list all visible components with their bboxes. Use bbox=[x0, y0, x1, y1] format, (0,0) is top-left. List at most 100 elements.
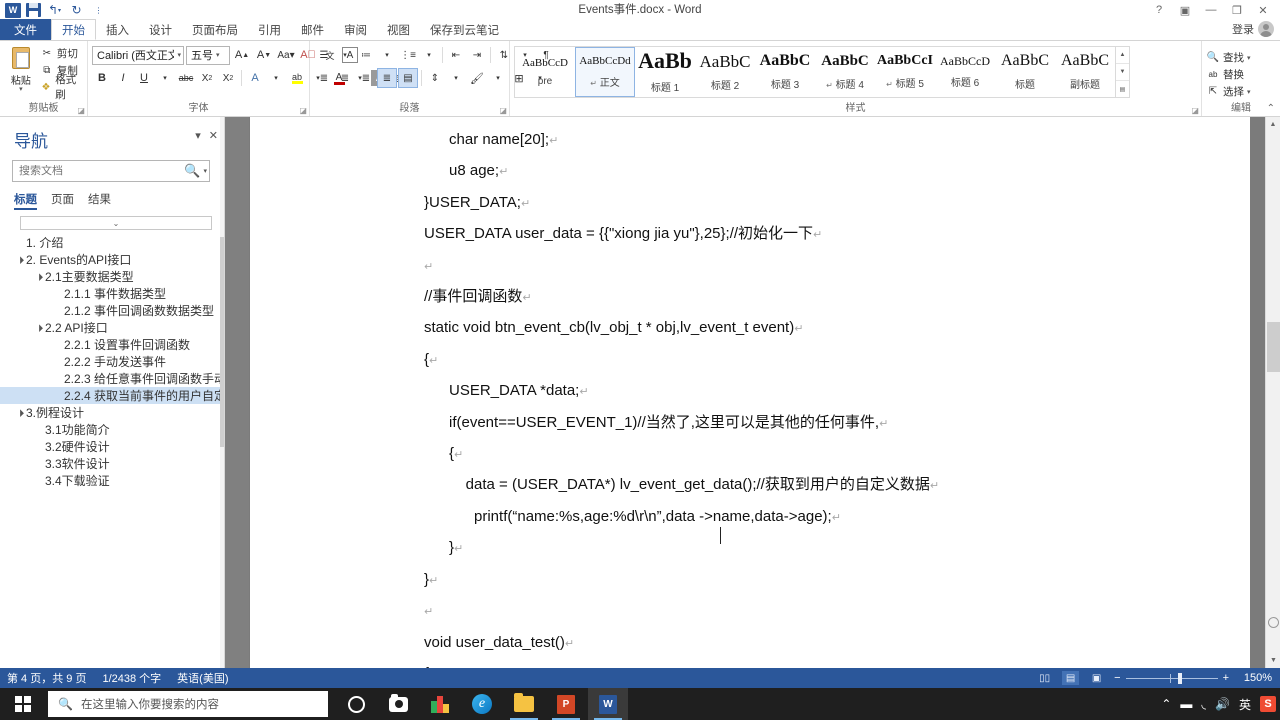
start-button[interactable] bbox=[0, 688, 46, 720]
style-item-heading1[interactable]: AaBb 标题 1 bbox=[635, 47, 695, 97]
navigation-search-box[interactable]: 🔍 ▾ bbox=[12, 160, 210, 182]
help-icon[interactable]: ? bbox=[1146, 1, 1172, 19]
document-line[interactable]: data = (USER_DATA*) lv_event_get_data();… bbox=[424, 470, 1250, 501]
bullets-icon[interactable]: ☰ bbox=[314, 45, 334, 65]
document-scrollbar[interactable]: ▲ ▼ bbox=[1265, 117, 1280, 668]
document-line[interactable]: printf(“name:%s,age:%d\r\n”,data ->name,… bbox=[424, 502, 1250, 533]
document-line[interactable]: {↵ bbox=[424, 345, 1250, 376]
chevron-down-icon[interactable]: ▾ bbox=[1247, 54, 1251, 62]
search-input[interactable] bbox=[19, 165, 184, 177]
wifi-icon[interactable]: ◟ bbox=[1201, 697, 1206, 711]
chevron-down-icon[interactable]: ▾ bbox=[335, 45, 355, 65]
nav-heading-item[interactable]: ◢3.1功能简介 bbox=[0, 421, 224, 438]
scrollbar-thumb[interactable] bbox=[1267, 322, 1280, 372]
chevron-down-icon[interactable]: ▾ bbox=[155, 68, 175, 88]
tab-insert[interactable]: 插入 bbox=[96, 19, 139, 40]
document-line[interactable]: //事件回调函数↵ bbox=[424, 282, 1250, 313]
redo-icon[interactable]: ↻ bbox=[68, 2, 85, 18]
numbering-icon[interactable]: ≔ bbox=[356, 45, 376, 65]
nav-heading-item[interactable]: ◢2.2.4 获取当前事件的用户自定... bbox=[0, 387, 224, 404]
zoom-track[interactable] bbox=[1125, 672, 1218, 684]
chevron-down-icon[interactable]: ▾ bbox=[377, 45, 397, 65]
sogou-files-icon[interactable] bbox=[420, 688, 460, 720]
tab-mailings[interactable]: 邮件 bbox=[291, 19, 334, 40]
document-text[interactable]: char name[20];↵ u8 age;↵}USER_DATA;↵ USER… bbox=[250, 117, 1250, 668]
style-item-pre[interactable]: AaBbCcD pre bbox=[515, 47, 575, 97]
line-spacing-icon[interactable]: ⇕ bbox=[425, 68, 445, 88]
superscript-icon[interactable]: X2 bbox=[218, 68, 238, 88]
nav-heading-item[interactable]: ◢ 2.1主要数据类型 bbox=[0, 268, 224, 285]
style-item-title[interactable]: AaBbC 标题 bbox=[995, 47, 1055, 97]
subscript-icon[interactable]: X2 bbox=[197, 68, 217, 88]
volume-icon[interactable]: 🔊 bbox=[1215, 697, 1230, 711]
tab-save-to-cloud-notes[interactable]: 保存到云笔记 bbox=[420, 19, 509, 40]
nav-collapse-bar[interactable]: ⌄ bbox=[20, 216, 212, 230]
restore-icon[interactable]: ❐ bbox=[1224, 1, 1250, 19]
bold-icon[interactable]: B bbox=[92, 68, 112, 88]
strikethrough-icon[interactable]: abc bbox=[176, 68, 196, 88]
styles-dialog-launcher-icon[interactable]: ◪ bbox=[1191, 106, 1199, 115]
style-item-heading3[interactable]: AaBbC 标题 3 bbox=[755, 47, 815, 97]
nav-heading-item[interactable]: ◢2.1.2 事件回调函数数据类型 bbox=[0, 302, 224, 319]
document-line[interactable]: {↵ bbox=[424, 659, 1250, 668]
clipboard-dialog-launcher-icon[interactable]: ◪ bbox=[77, 106, 85, 115]
tab-review[interactable]: 审阅 bbox=[334, 19, 377, 40]
text-effects-icon[interactable]: A bbox=[245, 68, 265, 88]
document-line[interactable]: }↵ bbox=[424, 565, 1250, 596]
document-line[interactable]: void user_data_test()↵ bbox=[424, 628, 1250, 659]
ime-indicator[interactable]: 英 bbox=[1239, 696, 1251, 713]
grow-font-icon[interactable]: A ▲ bbox=[232, 45, 252, 65]
zoom-out-icon[interactable]: − bbox=[1114, 672, 1120, 684]
tab-references[interactable]: 引用 bbox=[248, 19, 291, 40]
tab-page-layout[interactable]: 页面布局 bbox=[182, 19, 248, 40]
decrease-indent-icon[interactable]: ⇤ bbox=[446, 45, 466, 65]
chevron-down-icon[interactable]: ▾ bbox=[266, 68, 286, 88]
styles-gallery[interactable]: AaBbCcD pre AaBbCcDd ↵ 正文 AaBb 标题 1 AaBb… bbox=[514, 46, 1130, 98]
align-left-icon[interactable]: ≣ bbox=[314, 68, 334, 88]
nav-heading-item[interactable]: ◢ 3.例程设计 bbox=[0, 404, 224, 421]
font-name-combo[interactable]: Calibri (西文正文 ▾ bbox=[92, 45, 184, 65]
align-center-icon[interactable]: ≣ bbox=[335, 68, 355, 88]
ribbon-display-options-icon[interactable]: ▣ bbox=[1172, 1, 1198, 19]
word-count[interactable]: 1/2438 个字 bbox=[102, 670, 161, 686]
change-case-icon[interactable]: Aa▾ bbox=[276, 45, 296, 65]
chevron-down-icon[interactable]: ▾ bbox=[195, 129, 201, 142]
expand-triangle-icon[interactable]: ◢ bbox=[32, 320, 46, 334]
scroll-up-icon[interactable]: ▲ bbox=[1266, 117, 1280, 132]
taskbar-search-box[interactable]: 🔍 在这里输入你要搜索的内容 bbox=[48, 691, 328, 717]
chevron-down-icon[interactable]: ▾ bbox=[1247, 88, 1251, 96]
nav-heading-item[interactable]: ◢2.2.2 手动发送事件 bbox=[0, 353, 224, 370]
web-layout-icon[interactable]: ▣ bbox=[1088, 671, 1105, 685]
underline-icon[interactable]: U bbox=[134, 68, 154, 88]
edge-icon[interactable]: e bbox=[462, 688, 502, 720]
language-indicator[interactable]: 英语(美国) bbox=[177, 670, 228, 686]
zoom-slider[interactable]: − + bbox=[1114, 672, 1229, 684]
tab-view[interactable]: 视图 bbox=[377, 19, 420, 40]
chevron-down-icon[interactable]: ▾ bbox=[488, 68, 508, 88]
styles-gallery-scrollbar[interactable]: ▲ ▼ ▤ bbox=[1115, 47, 1129, 97]
undo-icon[interactable]: ↰ ▾ bbox=[46, 2, 63, 18]
nav-heading-item[interactable]: ◢ 2. Events的API接口 bbox=[0, 251, 224, 268]
shrink-font-icon[interactable]: A ▼ bbox=[254, 45, 274, 65]
font-dialog-launcher-icon[interactable]: ◪ bbox=[299, 106, 307, 115]
word-icon[interactable]: W bbox=[588, 688, 628, 720]
cortana-icon[interactable] bbox=[336, 688, 376, 720]
collapse-ribbon-icon[interactable]: ⌃ bbox=[1267, 103, 1275, 114]
tab-home[interactable]: 开始 bbox=[51, 19, 96, 40]
avatar[interactable] bbox=[1258, 21, 1274, 37]
read-mode-icon[interactable]: ▯▯ bbox=[1036, 671, 1053, 685]
more-styles-icon[interactable]: ▤ bbox=[1116, 81, 1129, 97]
document-line[interactable]: if(event==USER_EVENT_1)//当然了,这里可以是其他的任何事… bbox=[424, 408, 1250, 439]
signin-area[interactable]: 登录 bbox=[1232, 21, 1274, 37]
align-right-icon[interactable]: ≣ bbox=[356, 68, 376, 88]
style-item-heading5[interactable]: AaBbCcI ↵ 标题 5 bbox=[875, 47, 935, 97]
powerpoint-icon[interactable]: P bbox=[546, 688, 586, 720]
chevron-down-icon[interactable]: ▾ bbox=[446, 68, 466, 88]
minimize-icon[interactable]: — bbox=[1198, 1, 1224, 19]
expand-triangle-icon[interactable]: ◢ bbox=[32, 269, 46, 283]
customize-qat-icon[interactable]: ⋮ bbox=[90, 2, 107, 18]
close-icon[interactable]: ✕ bbox=[209, 129, 218, 142]
expand-triangle-icon[interactable]: ◢ bbox=[13, 252, 27, 266]
document-line[interactable]: }USER_DATA;↵ bbox=[424, 188, 1250, 219]
paragraph-dialog-launcher-icon[interactable]: ◪ bbox=[499, 106, 507, 115]
